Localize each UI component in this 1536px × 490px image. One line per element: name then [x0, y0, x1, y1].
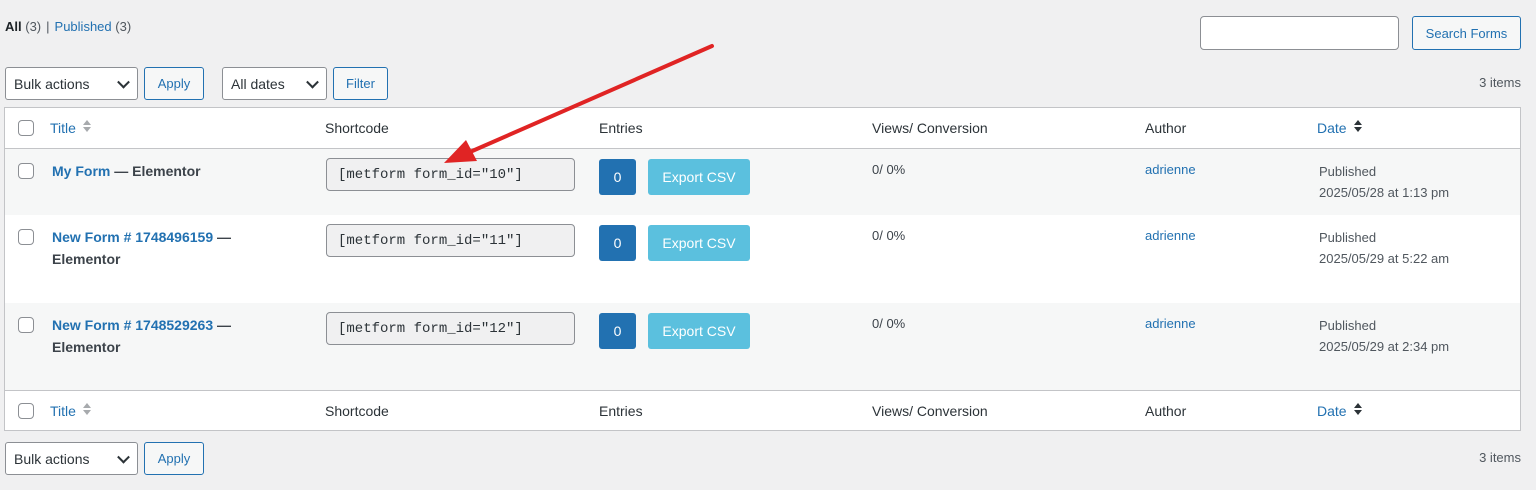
- date-filter-select[interactable]: All dates: [222, 67, 327, 100]
- table-row: New Form # 1748496159 — Elementor [metfo…: [5, 215, 1520, 303]
- apply-button[interactable]: Apply: [144, 67, 204, 100]
- date-filter-label: All dates: [231, 75, 285, 92]
- author-link[interactable]: adrienne: [1145, 162, 1196, 177]
- row-checkbox[interactable]: [18, 163, 34, 179]
- form-title-link[interactable]: New Form # 1748496159: [52, 229, 213, 245]
- date-cell: Published 2025/05/28 at 1:13 pm: [1319, 161, 1449, 203]
- form-title-link[interactable]: My Form: [52, 163, 110, 179]
- column-entries: Entries: [599, 403, 643, 419]
- select-all-checkbox[interactable]: [18, 120, 34, 136]
- apply-button[interactable]: Apply: [144, 442, 204, 475]
- date-cell: Published 2025/05/29 at 5:22 am: [1319, 227, 1449, 269]
- column-shortcode: Shortcode: [325, 403, 389, 419]
- column-views: Views/ Conversion: [872, 403, 988, 419]
- items-count: 3 items: [1479, 75, 1521, 90]
- table-row: New Form # 1748529263 — Elementor [metfo…: [5, 303, 1520, 390]
- form-title-link[interactable]: New Form # 1748529263: [52, 317, 213, 333]
- entries-count-button[interactable]: 0: [599, 225, 636, 261]
- search-forms-button[interactable]: Search Forms: [1412, 16, 1521, 50]
- form-title-cell: My Form — Elementor: [52, 160, 282, 182]
- entries-count-button[interactable]: 0: [599, 159, 636, 195]
- shortcode-field[interactable]: [metform form_id="11"]: [326, 224, 575, 257]
- sort-icon: [1353, 120, 1363, 134]
- table-row: My Form — Elementor [metform form_id="10…: [5, 149, 1520, 215]
- column-entries: Entries: [599, 120, 643, 136]
- items-count: 3 items: [1479, 450, 1521, 465]
- column-author: Author: [1145, 120, 1187, 136]
- search-input[interactable]: [1200, 16, 1399, 50]
- export-csv-button[interactable]: Export CSV: [648, 313, 750, 349]
- sort-icon: [82, 403, 92, 417]
- entries-count-button[interactable]: 0: [599, 313, 636, 349]
- export-csv-button[interactable]: Export CSV: [648, 225, 750, 261]
- publish-status: Published: [1319, 230, 1377, 245]
- author-link[interactable]: adrienne: [1145, 228, 1196, 243]
- column-title-sort[interactable]: Title: [50, 120, 92, 136]
- column-views: Views/ Conversion: [872, 120, 988, 136]
- sort-icon: [82, 120, 92, 134]
- export-csv-button[interactable]: Export CSV: [648, 159, 750, 195]
- table-header: Title Shortcode Entries Views/ Conversio…: [5, 108, 1520, 149]
- column-date-sort[interactable]: Date: [1317, 120, 1363, 136]
- publish-status: Published: [1319, 318, 1377, 333]
- chevron-down-icon: [117, 450, 130, 464]
- publish-date: 2025/05/29 at 2:34 pm: [1319, 339, 1450, 354]
- bulk-actions-select[interactable]: Bulk actions: [5, 67, 138, 100]
- filter-separator: |: [46, 19, 50, 34]
- post-state: Elementor: [132, 163, 201, 179]
- post-state: Elementor: [52, 339, 121, 355]
- filter-published-link[interactable]: Published (3): [55, 19, 132, 34]
- column-author: Author: [1145, 403, 1187, 419]
- bulk-actions-label: Bulk actions: [14, 75, 90, 92]
- post-state: Elementor: [52, 251, 121, 267]
- author-link[interactable]: adrienne: [1145, 316, 1196, 331]
- title-dash: —: [217, 229, 231, 245]
- filter-button[interactable]: Filter: [333, 67, 388, 100]
- sort-icon: [1353, 403, 1363, 417]
- title-dash: —: [114, 163, 129, 179]
- bulk-actions-label: Bulk actions: [14, 450, 90, 467]
- views-conversion: 0/ 0%: [872, 316, 906, 331]
- row-checkbox[interactable]: [18, 317, 34, 333]
- status-filter-links: All (3) | Published (3): [5, 19, 131, 34]
- publish-date: 2025/05/28 at 1:13 pm: [1319, 185, 1450, 200]
- shortcode-field[interactable]: [metform form_id="10"]: [326, 158, 575, 191]
- form-title-cell: New Form # 1748496159 — Elementor: [52, 226, 282, 270]
- title-dash: —: [217, 317, 231, 333]
- filter-all-count: (3): [25, 19, 42, 34]
- table-footer: Title Shortcode Entries Views/ Conversio…: [5, 390, 1520, 431]
- filter-all-link[interactable]: All (3): [5, 19, 41, 34]
- views-conversion: 0/ 0%: [872, 228, 906, 243]
- views-conversion: 0/ 0%: [872, 162, 906, 177]
- date-cell: Published 2025/05/29 at 2:34 pm: [1319, 315, 1449, 357]
- column-date-sort[interactable]: Date: [1317, 403, 1363, 419]
- shortcode-field[interactable]: [metform form_id="12"]: [326, 312, 575, 345]
- row-checkbox[interactable]: [18, 229, 34, 245]
- column-shortcode: Shortcode: [325, 120, 389, 136]
- column-title-sort[interactable]: Title: [50, 403, 92, 419]
- bulk-actions-select[interactable]: Bulk actions: [5, 442, 138, 475]
- chevron-down-icon: [306, 75, 319, 89]
- forms-table: Title Shortcode Entries Views/ Conversio…: [4, 107, 1521, 431]
- publish-date: 2025/05/29 at 5:22 am: [1319, 251, 1450, 266]
- publish-status: Published: [1319, 164, 1377, 179]
- chevron-down-icon: [117, 75, 130, 89]
- filter-published-count: (3): [115, 19, 132, 34]
- form-title-cell: New Form # 1748529263 — Elementor: [52, 314, 282, 358]
- select-all-checkbox[interactable]: [18, 403, 34, 419]
